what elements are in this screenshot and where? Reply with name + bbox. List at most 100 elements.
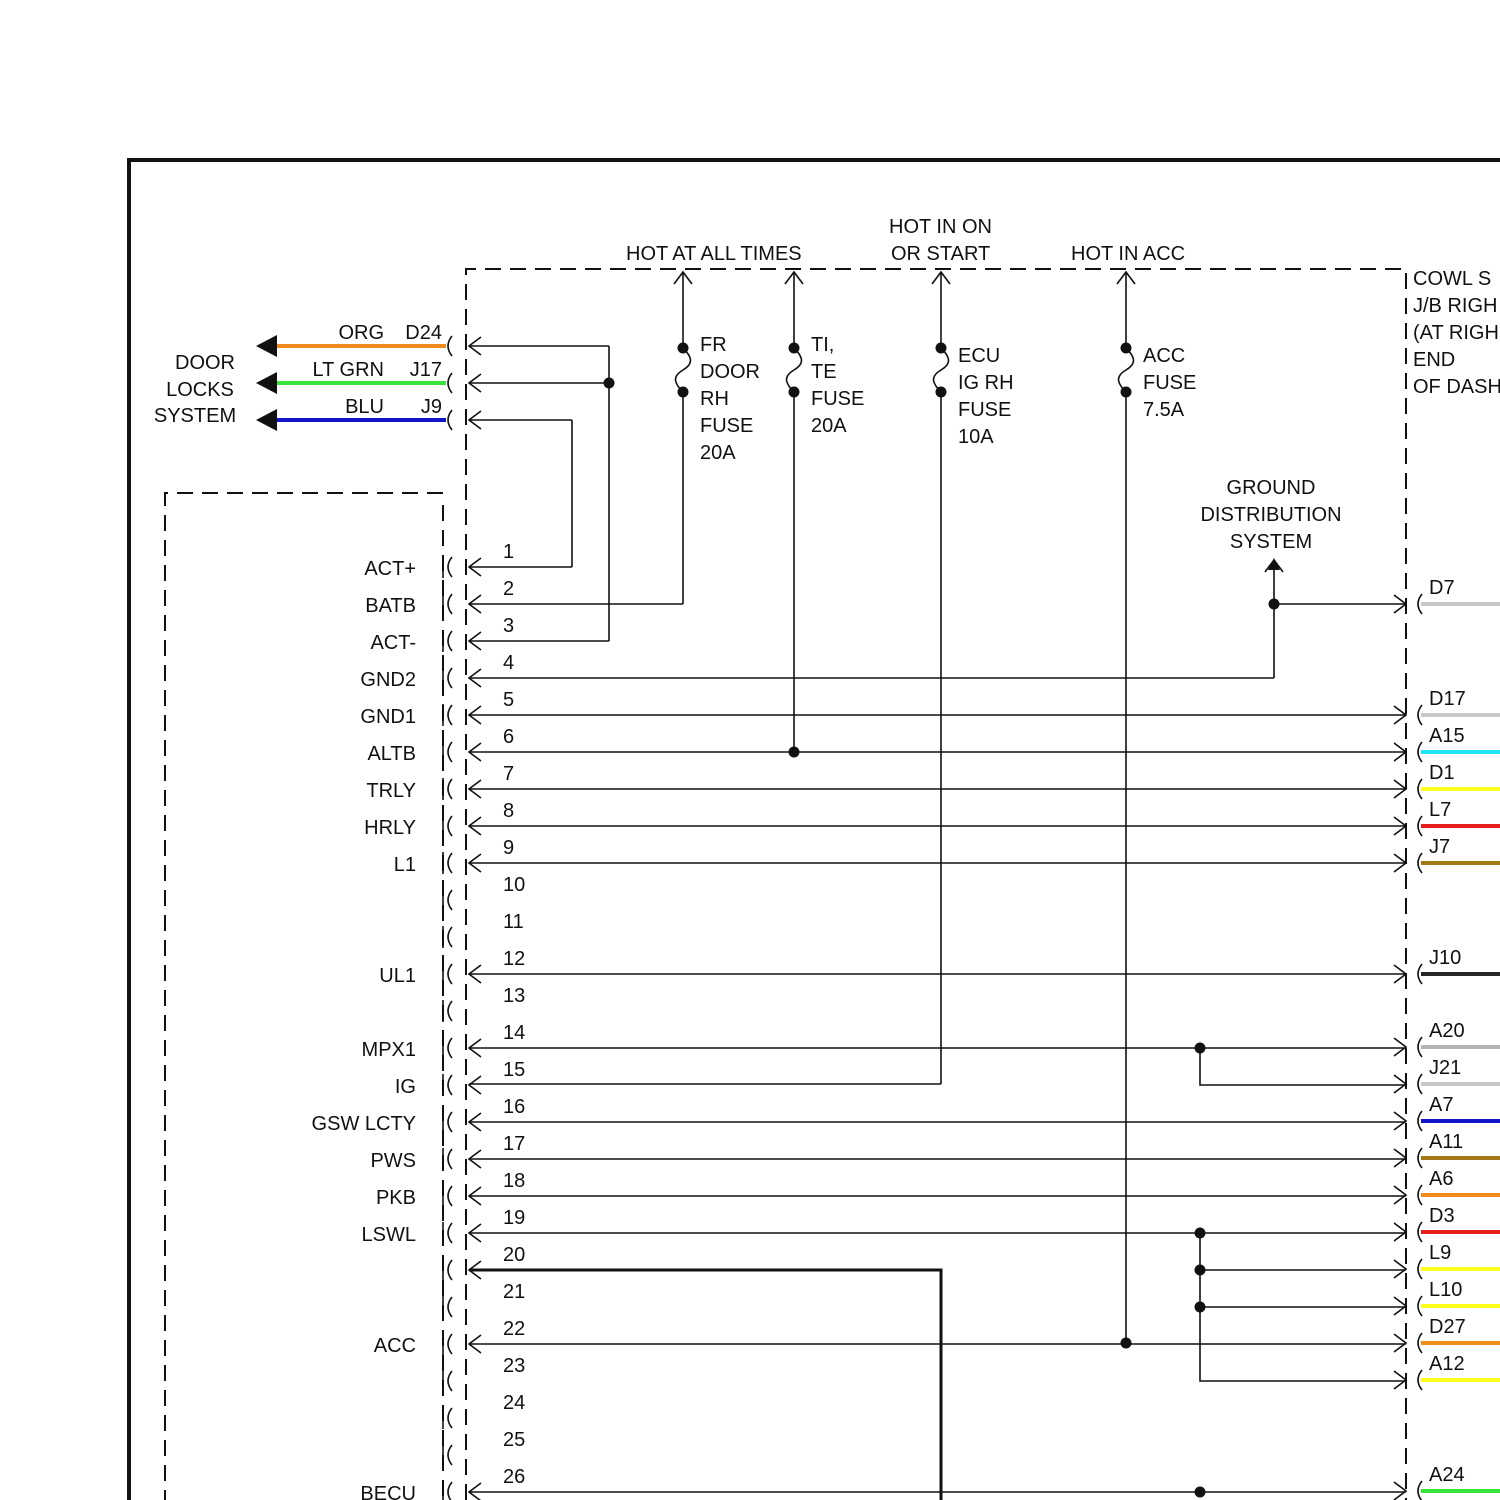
right-pin-j10: J10 (1429, 947, 1461, 969)
right-pin-a15: A15 (1429, 725, 1465, 747)
signal-label-altb: ALTB (367, 743, 416, 765)
door-lock-arrowhead (256, 335, 277, 357)
pin-number: 25 (503, 1429, 525, 1451)
module-connector (447, 630, 453, 652)
ground-distribution-label: GROUND DISTRIBUTION SYSTEM (1200, 477, 1341, 553)
svg-text:FUSE: FUSE (958, 399, 1011, 421)
door-lock-connector (447, 335, 453, 357)
right-arrow (1393, 1148, 1408, 1168)
signal-label-gnd2: GND2 (360, 669, 416, 691)
signal-label-hrly: HRLY (364, 817, 416, 839)
right-connectors: D7 D17 A15 D1 L7 J7 J10 A20 J21 A7 A11 A6 D3 L9 L10 D27… (1421, 577, 1500, 1493)
module-connector (447, 1222, 453, 1244)
fuse-ecu-ig-label: ECU IG RH FUSE 10A (958, 345, 1014, 448)
module-connector (447, 667, 453, 689)
right-arrow (1393, 1222, 1408, 1242)
right-arrow (1393, 1481, 1408, 1500)
pin-number: 17 (503, 1133, 525, 1155)
pin-number: 1 (503, 541, 514, 563)
module-connector (447, 963, 453, 985)
svg-text:(AT RIGH: (AT RIGH (1413, 322, 1499, 344)
header-hot-on-start-line2: OR START (891, 243, 990, 265)
door-lock-connector (447, 409, 453, 431)
right-pin-a11: A11 (1429, 1131, 1463, 1153)
junction-box-outline (465, 268, 1407, 1500)
svg-text:J17: J17 (410, 359, 442, 381)
module-connector (447, 1333, 453, 1355)
door-locks-system-label: DOOR LOCKS SYSTEM (154, 352, 236, 427)
pin-number: 20 (503, 1244, 525, 1266)
svg-text:DOOR: DOOR (700, 361, 760, 383)
svg-text:FUSE: FUSE (700, 415, 753, 437)
right-pin-a20: A20 (1429, 1020, 1465, 1042)
pin-number: 22 (503, 1318, 525, 1340)
signal-labels: ACT+ BATB ACT- GND2 GND1 ALTB TRLY HRLY L1 UL1 MPX… (312, 558, 416, 1500)
signal-label-trly: TRLY (366, 780, 416, 802)
svg-text:GROUND: GROUND (1227, 477, 1316, 499)
right-arrow (1393, 1370, 1408, 1390)
signal-label-pws: PWS (370, 1150, 416, 1172)
header-hot-acc: HOT IN ACC (1071, 243, 1185, 265)
pin-number: 18 (503, 1170, 525, 1192)
junction-dot (603, 377, 615, 389)
svg-text:BLU: BLU (345, 396, 384, 418)
signal-label-batb: BATB (365, 595, 416, 617)
pin-number: 24 (503, 1392, 525, 1414)
right-pin-l9: L9 (1429, 1242, 1451, 1264)
fuse-acc-label: ACC FUSE 7.5A (1143, 345, 1196, 421)
right-pin-a12: A12 (1429, 1353, 1465, 1375)
wire-pin-20 (469, 1268, 943, 1500)
wire-j21 (1199, 1048, 1406, 1086)
header-hot-on-start-line1: HOT IN ON (889, 216, 992, 238)
svg-text:J9: J9 (421, 396, 442, 418)
right-pin-d1: D1 (1429, 762, 1455, 784)
acc-fuse-element (1117, 347, 1135, 393)
pin-number: 15 (503, 1059, 525, 1081)
svg-text:TI,: TI, (811, 334, 834, 356)
svg-text:FUSE: FUSE (1143, 372, 1196, 394)
module-connector (447, 778, 453, 800)
pin-number: 5 (503, 689, 514, 711)
svg-text:SYSTEM: SYSTEM (154, 405, 236, 427)
right-pin-a6: A6 (1429, 1168, 1453, 1190)
pin-number: 3 (503, 615, 514, 637)
signal-label-act-: ACT+ (364, 558, 416, 580)
signal-label-act-: ACT- (370, 632, 416, 654)
cowl-jb-label: COWL S J/B RIGH (AT RIGH END OF DASH (1413, 268, 1500, 398)
pin-number: 12 (503, 948, 525, 970)
pin-arrow (467, 1075, 482, 1095)
right-pin-d7: D7 (1429, 577, 1455, 599)
signal-label-l1: L1 (394, 854, 416, 876)
pin-number: 16 (503, 1096, 525, 1118)
svg-text:LOCKS: LOCKS (166, 379, 234, 401)
junction-dot (1120, 1337, 1132, 1349)
pin-number: 9 (503, 837, 514, 859)
right-pin-a7: A7 (1429, 1094, 1453, 1116)
module-connector (447, 889, 453, 911)
module-connector (447, 1074, 453, 1096)
svg-text:D24: D24 (405, 322, 442, 344)
pin-number: 4 (503, 652, 514, 674)
module-connector (447, 815, 453, 837)
wires-layer (256, 270, 1423, 1500)
pin-numbers: 1234567891011121314151617181920212223242… (503, 541, 525, 1488)
svg-text:ACC: ACC (1143, 345, 1185, 367)
svg-text:ECU: ECU (958, 345, 1000, 367)
pin-number: 13 (503, 985, 525, 1007)
right-pin-l10: L10 (1429, 1279, 1462, 1301)
module-connector (447, 1370, 453, 1392)
svg-text:TE: TE (811, 361, 837, 383)
signal-label-gsw-lcty: GSW LCTY (312, 1113, 416, 1135)
svg-text:FUSE: FUSE (811, 388, 864, 410)
module-connector (447, 1444, 453, 1466)
right-arrow (1393, 1296, 1408, 1316)
module-connector (447, 926, 453, 948)
right-pin-l7: L7 (1429, 799, 1451, 821)
svg-text:LT GRN: LT GRN (313, 359, 385, 381)
svg-text:J/B RIGH: J/B RIGH (1413, 295, 1497, 317)
ti-te-fuse-element (785, 347, 803, 393)
ground-arrowhead (1268, 558, 1280, 570)
right-arrow (1393, 1333, 1408, 1353)
module-connector (447, 1111, 453, 1133)
module-connector (447, 1000, 453, 1022)
